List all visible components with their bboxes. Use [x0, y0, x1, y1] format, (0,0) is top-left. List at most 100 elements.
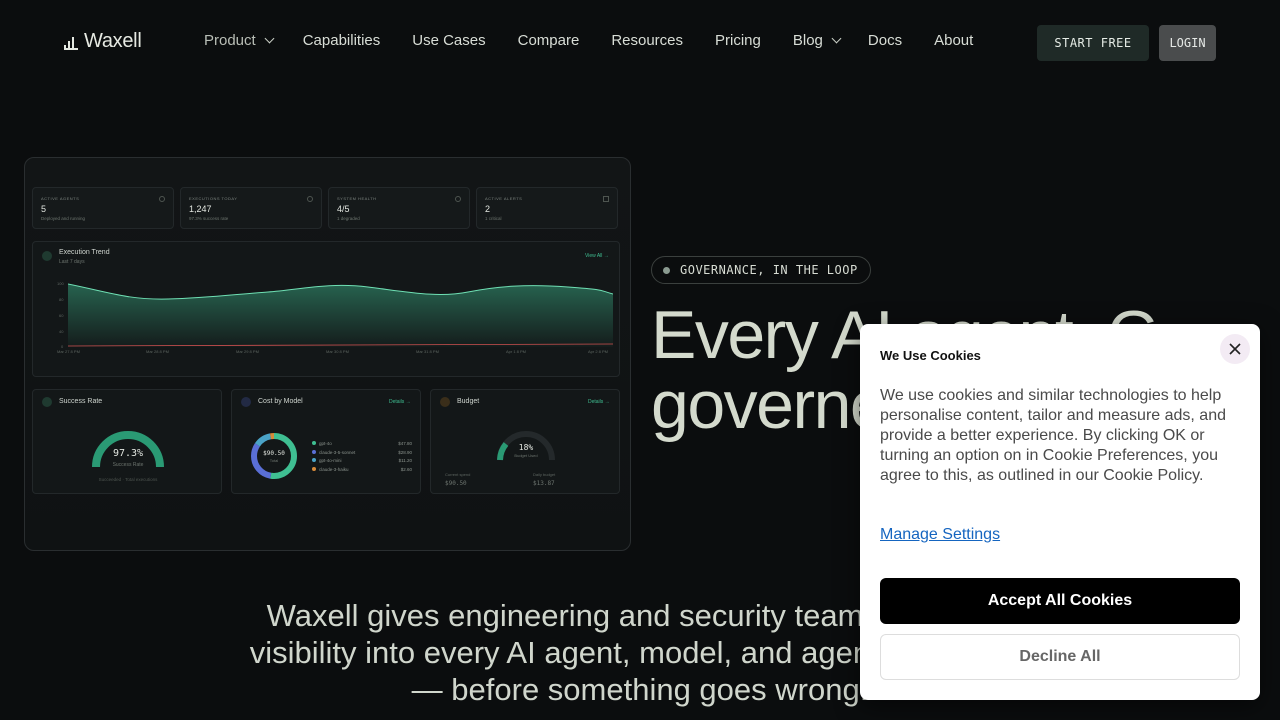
panel-title: Success Rate	[59, 398, 103, 405]
panel-title: Budget	[457, 398, 480, 405]
stat-label: System Health	[337, 196, 377, 201]
nav-label: Compare	[517, 32, 580, 49]
brand-logo[interactable]: Waxell	[64, 30, 142, 53]
health-icon	[455, 196, 461, 202]
stat-label: Executions Today	[189, 196, 238, 201]
nav-item-use-cases[interactable]: Use Cases	[412, 32, 485, 49]
governance-badge: GOVERNANCE, IN THE LOOP	[651, 256, 871, 284]
stat-label: Active Agents	[41, 196, 80, 201]
nav-label: About	[934, 32, 974, 49]
chevron-down-icon	[831, 33, 842, 44]
stat-card-system-health: System Health 4/5 1 degraded	[328, 187, 470, 229]
stat-value: 4/5	[337, 204, 350, 214]
nav-item-resources[interactable]: Resources	[611, 32, 683, 49]
execution-trend-panel: Execution Trend Last 7 days View All → 1…	[32, 241, 620, 377]
budget-spent: $90.50	[445, 480, 467, 487]
stat-card-active-alerts: Active Alerts 2 1 critical	[476, 187, 618, 229]
nav-item-compare[interactable]: Compare	[518, 32, 580, 49]
cost-details-link[interactable]: Details →	[389, 399, 411, 405]
trend-area	[68, 284, 613, 347]
budget-spent-label: Current spend	[445, 472, 471, 477]
panel-title: Execution Trend	[59, 249, 110, 256]
badge-label: GOVERNANCE, IN THE LOOP	[680, 263, 858, 277]
nav-item-product[interactable]: Product	[204, 32, 275, 49]
x-tick: Mar 27 8 PM	[57, 349, 80, 354]
stat-value: 5	[41, 204, 47, 214]
alert-icon	[603, 196, 609, 202]
chevron-down-icon	[264, 33, 275, 44]
nav-label: Docs	[867, 32, 903, 49]
cost-by-model-panel: Cost by Model Details → $90.50 Total gpt…	[231, 389, 421, 494]
cost-total: $90.50	[263, 450, 285, 457]
nav-item-capabilities[interactable]: Capabilities	[303, 32, 381, 49]
view-all-link[interactable]: View All →	[585, 253, 609, 259]
x-tick: Mar 29 8 PM	[236, 349, 259, 354]
stat-label: Active Alerts	[485, 196, 523, 201]
manage-settings-link[interactable]: Manage Settings	[880, 526, 1000, 544]
cookie-title: We Use Cookies	[880, 348, 981, 363]
nav-label: Resources	[611, 32, 684, 49]
budget-remaining-label: Daily budget	[533, 472, 556, 477]
x-tick: Mar 28 8 PM	[146, 349, 169, 354]
brand-name: Waxell	[84, 30, 142, 52]
y-tick: 100	[57, 281, 64, 286]
cost-legend: gpt-4o $47.80 claude-3-5-sonnet $28.90 gpt…	[312, 440, 412, 474]
budget-details-link[interactable]: Details →	[588, 399, 610, 405]
agents-icon	[159, 196, 165, 202]
check-icon	[42, 397, 52, 407]
execution-trend-chart	[68, 283, 613, 347]
nav-item-blog[interactable]: Blog	[793, 32, 842, 49]
panel-subtitle: Last 7 days	[59, 259, 85, 265]
success-rate-label: Success Rate	[112, 462, 144, 468]
stat-card-executions: Executions Today 1,247 97.3% success rat…	[180, 187, 322, 229]
panel-title: Cost by Model	[258, 398, 303, 405]
nav-label: Capabilities	[302, 32, 381, 49]
accept-all-cookies-button[interactable]: Accept All Cookies	[880, 578, 1240, 624]
badge-dot-icon	[663, 267, 670, 274]
budget-panel: Budget Details → 18% Budget Used Current…	[430, 389, 620, 494]
legend-item: claude-3-5-sonnet $28.90	[312, 449, 412, 458]
login-button[interactable]: LOGIN	[1159, 25, 1216, 61]
cookie-consent-dialog: We Use Cookies We use cookies and simila…	[860, 324, 1260, 700]
cost-total-label: Total	[269, 458, 279, 463]
nav-label: Use Cases	[412, 32, 486, 49]
close-button[interactable]	[1220, 334, 1250, 364]
nav-item-pricing[interactable]: Pricing	[715, 32, 761, 49]
legend-item: claude-3-haiku $2.60	[312, 466, 412, 475]
nav-label: Product	[204, 32, 256, 49]
x-tick: Mar 31 8 PM	[416, 349, 439, 354]
stat-value: 2	[485, 204, 491, 214]
activity-icon	[307, 196, 313, 202]
y-tick: 60	[59, 313, 64, 318]
budget-remaining: $13.87	[533, 480, 555, 487]
stat-value: 1,247	[189, 204, 212, 214]
nav-item-about[interactable]: About	[934, 32, 973, 49]
legend-item: gpt-4o-mini $11.20	[312, 457, 412, 466]
budget-percent: 18%	[518, 443, 534, 452]
x-tick: Apr 1 8 PM	[506, 349, 527, 354]
top-navigation: Waxell Product Capabilities Use Cases Co…	[0, 0, 1280, 84]
nav-label: Pricing	[715, 32, 761, 49]
trend-icon	[42, 251, 52, 261]
stat-card-active-agents: Active Agents 5 Deployed and running	[32, 187, 174, 229]
stat-sub: 97.3% success rate	[189, 216, 229, 221]
cookie-body-text: We use cookies and similar technologies …	[880, 387, 1226, 484]
x-tick: Apr 2 8 PM	[588, 349, 609, 354]
success-rate-panel: Success Rate 97.3% Success Rate Succeede…	[32, 389, 222, 494]
success-rate-footer: Succeeded · Total executions	[98, 477, 158, 482]
waxell-logo-icon	[64, 34, 80, 50]
stat-sub: 1 degraded	[337, 216, 360, 221]
success-rate-value: 97.3%	[112, 448, 144, 459]
x-tick: Mar 30 8 PM	[326, 349, 349, 354]
budget-icon	[440, 397, 450, 407]
dollar-icon	[241, 397, 251, 407]
decline-all-button[interactable]: Decline All	[880, 634, 1240, 680]
dashboard-preview: Active Agents 5 Deployed and running Exe…	[24, 157, 631, 551]
start-free-button[interactable]: START FREE	[1037, 25, 1149, 61]
nav-item-docs[interactable]: Docs	[868, 32, 902, 49]
stat-sub: 1 critical	[485, 216, 502, 221]
nav-links: Product Capabilities Use Cases Compare R…	[204, 32, 973, 49]
y-tick: 80	[59, 297, 64, 302]
close-icon	[1229, 343, 1241, 355]
budget-percent-label: Budget Used	[514, 453, 538, 458]
